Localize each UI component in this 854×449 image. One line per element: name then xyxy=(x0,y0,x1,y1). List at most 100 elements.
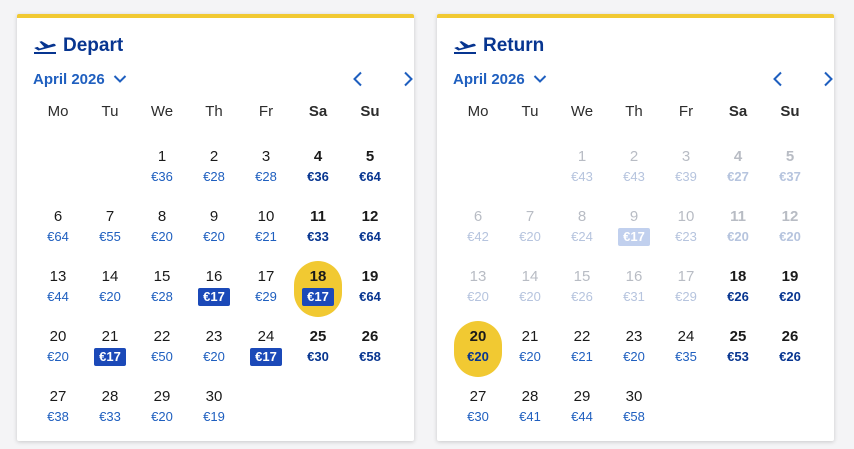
day-price: €20 xyxy=(727,229,749,244)
day-cell[interactable]: 9 €20 xyxy=(188,204,240,264)
day-price: €41 xyxy=(519,409,541,424)
day-price: €19 xyxy=(203,409,225,424)
month-dropdown[interactable]: April 2026 xyxy=(33,68,127,90)
day-cell: 11 €20 xyxy=(712,204,764,264)
day-price: €38 xyxy=(47,409,69,424)
day-price: €20 xyxy=(47,349,69,364)
day-number: 3 xyxy=(681,148,691,165)
day-cell[interactable]: 19 €20 xyxy=(764,264,816,324)
day-cell[interactable]: 7 €55 xyxy=(84,204,136,264)
day-price: €64 xyxy=(359,289,381,304)
day-price: €35 xyxy=(675,349,697,364)
day-number: 11 xyxy=(310,208,326,225)
weekday-label: Sa xyxy=(308,103,328,120)
day-cell[interactable]: 23 €20 xyxy=(608,324,660,384)
day-cell[interactable]: 8 €20 xyxy=(136,204,188,264)
day-price: €31 xyxy=(623,289,645,304)
chevron-right-icon xyxy=(823,71,833,87)
day-cell[interactable]: 24 €17 xyxy=(240,324,292,384)
day-number: 29 xyxy=(573,388,591,405)
day-cell[interactable]: 25 €53 xyxy=(712,324,764,384)
day-number: 7 xyxy=(525,208,535,225)
day-number: 8 xyxy=(157,208,167,225)
day-number: 21 xyxy=(521,328,539,345)
day-number: 20 xyxy=(469,328,487,345)
day-cell[interactable]: 28 €41 xyxy=(504,384,556,444)
weekday-label: Th xyxy=(205,103,223,120)
day-cell: 8 €24 xyxy=(556,204,608,264)
day-number: 17 xyxy=(677,268,695,285)
day-cell[interactable]: 2 €28 xyxy=(188,144,240,204)
day-cell[interactable]: 23 €20 xyxy=(188,324,240,384)
previous-month-button[interactable] xyxy=(767,69,787,89)
day-price: €26 xyxy=(779,349,801,364)
empty-day-cell xyxy=(452,144,504,204)
day-cell[interactable]: 29 €20 xyxy=(136,384,188,444)
selected-day-cell[interactable]: 20 €20 xyxy=(452,321,504,384)
day-cell[interactable]: 30 €19 xyxy=(188,384,240,444)
day-number: 2 xyxy=(629,148,639,165)
day-price: €20 xyxy=(519,229,541,244)
day-price: €64 xyxy=(47,229,69,244)
day-price: €20 xyxy=(623,349,645,364)
weekday-label: We xyxy=(150,103,174,120)
chevron-down-icon xyxy=(533,74,547,84)
day-price: €21 xyxy=(255,229,277,244)
day-cell[interactable]: 16 €17 xyxy=(188,264,240,324)
empty-day-cell xyxy=(504,144,556,204)
day-cell: 6 €42 xyxy=(452,204,504,264)
day-number: 13 xyxy=(49,268,67,285)
day-cell[interactable]: 1 €36 xyxy=(136,144,188,204)
day-number: 4 xyxy=(313,148,323,165)
day-cell[interactable]: 28 €33 xyxy=(84,384,136,444)
weekday-label: Th xyxy=(625,103,643,120)
day-price: €24 xyxy=(571,229,593,244)
day-cell[interactable]: 11 €33 xyxy=(292,204,344,264)
next-month-button[interactable] xyxy=(398,69,418,89)
day-number: 18 xyxy=(309,268,327,285)
day-number: 25 xyxy=(729,328,747,345)
day-cell[interactable]: 13 €44 xyxy=(32,264,84,324)
day-cell[interactable]: 26 €26 xyxy=(764,324,816,384)
day-cell: 16 €31 xyxy=(608,264,660,324)
day-cell: 1 €43 xyxy=(556,144,608,204)
day-cell[interactable]: 6 €64 xyxy=(32,204,84,264)
selected-day-cell[interactable]: 18 €17 xyxy=(292,261,344,324)
day-number: 26 xyxy=(781,328,799,345)
day-number: 16 xyxy=(625,268,643,285)
day-cell[interactable]: 3 €28 xyxy=(240,144,292,204)
previous-month-button[interactable] xyxy=(347,69,367,89)
day-cell[interactable]: 27 €30 xyxy=(452,384,504,444)
day-cell[interactable]: 17 €29 xyxy=(240,264,292,324)
day-cell[interactable]: 4 €36 xyxy=(292,144,344,204)
day-cell[interactable]: 12 €64 xyxy=(344,204,396,264)
day-cell[interactable]: 18 €26 xyxy=(712,264,764,324)
day-price: €20 xyxy=(203,229,225,244)
day-number: 28 xyxy=(521,388,539,405)
empty-day-cell xyxy=(32,144,84,204)
day-cell[interactable]: 14 €20 xyxy=(84,264,136,324)
day-cell[interactable]: 26 €58 xyxy=(344,324,396,384)
day-cell[interactable]: 25 €30 xyxy=(292,324,344,384)
month-dropdown[interactable]: April 2026 xyxy=(453,68,547,90)
day-cell[interactable]: 30 €58 xyxy=(608,384,660,444)
day-cell[interactable]: 5 €64 xyxy=(344,144,396,204)
day-cell[interactable]: 21 €20 xyxy=(504,324,556,384)
day-number: 23 xyxy=(625,328,643,345)
day-cell[interactable]: 21 €17 xyxy=(84,324,136,384)
day-cell[interactable]: 10 €21 xyxy=(240,204,292,264)
day-cell: 2 €43 xyxy=(608,144,660,204)
day-price: €33 xyxy=(307,229,329,244)
day-cell[interactable]: 22 €21 xyxy=(556,324,608,384)
day-cell[interactable]: 24 €35 xyxy=(660,324,712,384)
day-cell[interactable]: 20 €20 xyxy=(32,324,84,384)
panel-header: Return xyxy=(453,34,544,58)
day-cell[interactable]: 27 €38 xyxy=(32,384,84,444)
day-cell[interactable]: 19 €64 xyxy=(344,264,396,324)
next-month-button[interactable] xyxy=(818,69,838,89)
day-number: 28 xyxy=(101,388,119,405)
weekday-label: Fr xyxy=(678,103,694,120)
day-cell[interactable]: 29 €44 xyxy=(556,384,608,444)
day-cell[interactable]: 15 €28 xyxy=(136,264,188,324)
day-cell[interactable]: 22 €50 xyxy=(136,324,188,384)
